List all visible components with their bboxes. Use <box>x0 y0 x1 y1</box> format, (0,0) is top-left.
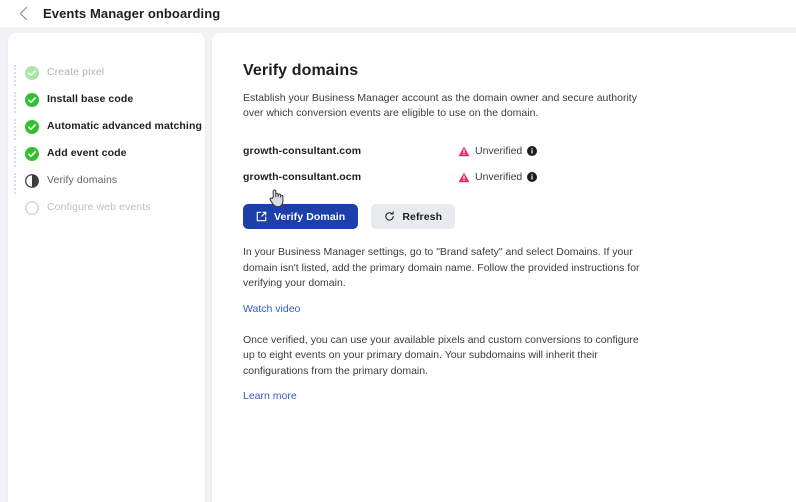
step-connector <box>14 146 16 167</box>
check-circle-icon <box>25 92 39 107</box>
step-connector <box>14 92 16 113</box>
panel-content: Verify domains Establish your Business M… <box>212 33 796 404</box>
app-root: Events Manager onboarding Create pixel I… <box>0 0 796 502</box>
status-text: Unverified <box>475 145 523 157</box>
verify-domain-button[interactable]: Verify Domain <box>243 204 359 229</box>
check-circle-icon <box>25 65 39 80</box>
sidebar-item-label: Install base code <box>47 93 134 105</box>
status-badge: Unverified <box>458 171 538 183</box>
half-circle-icon <box>25 173 39 188</box>
sidebar-item-label: Automatic advanced matching <box>47 120 202 132</box>
chevron-left-icon <box>18 6 29 21</box>
top-header-bar: Events Manager onboarding <box>0 0 796 27</box>
external-link-icon <box>256 211 267 222</box>
steps-list: Create pixel Install base code Automatic… <box>8 33 205 221</box>
refresh-icon <box>384 211 395 222</box>
sidebar-item-install-base-code[interactable]: Install base code <box>25 86 205 113</box>
page-title: Events Manager onboarding <box>43 6 221 21</box>
warning-triangle-icon <box>458 172 470 183</box>
action-buttons: Verify Domain Refresh <box>243 204 796 229</box>
watch-video-link[interactable]: Watch video <box>243 303 300 315</box>
panel-heading: Verify domains <box>243 62 359 79</box>
sidebar-item-verify-domains[interactable]: Verify domains <box>25 167 205 194</box>
domain-row: growth-consultant.com Unverified <box>243 138 796 164</box>
info-circle-icon[interactable] <box>527 146 538 156</box>
domain-name: growth-consultant.com <box>243 145 362 157</box>
empty-circle-icon <box>25 200 39 215</box>
check-circle-icon <box>25 146 39 161</box>
back-button[interactable] <box>13 4 33 24</box>
step-connector <box>14 173 16 194</box>
sidebar-item-label: Add event code <box>47 147 127 159</box>
verify-domains-panel: Verify domains Establish your Business M… <box>212 33 796 502</box>
learn-more-link[interactable]: Learn more <box>243 390 297 402</box>
step-connector <box>14 119 16 140</box>
refresh-button[interactable]: Refresh <box>371 204 456 229</box>
sidebar-item-configure-web-events[interactable]: Configure web events <box>25 194 205 221</box>
sidebar-item-label: Verify domains <box>47 174 118 186</box>
onboarding-steps-card: Create pixel Install base code Automatic… <box>8 33 205 502</box>
panel-description: Establish your Business Manager account … <box>243 92 637 119</box>
sidebar-item-create-pixel[interactable]: Create pixel <box>25 59 205 86</box>
status-text: Unverified <box>475 171 523 183</box>
domain-name: growth-consultant.ocm <box>243 171 362 183</box>
domain-row: growth-consultant.ocm Unverified <box>243 164 796 190</box>
verify-domain-button-label: Verify Domain <box>274 210 346 223</box>
instructions-paragraph: In your Business Manager settings, go to… <box>243 246 640 289</box>
check-circle-icon <box>25 119 39 134</box>
sidebar-item-add-event-code[interactable]: Add event code <box>25 140 205 167</box>
sidebar-item-automatic-advanced-matching[interactable]: Automatic advanced matching <box>25 113 205 140</box>
warning-triangle-icon <box>458 146 470 157</box>
details-paragraph: Once verified, you can use your availabl… <box>243 333 639 377</box>
step-connector <box>14 65 16 86</box>
sidebar-item-label: Create pixel <box>47 66 105 78</box>
domain-list: growth-consultant.com Unverified growth-… <box>243 138 796 190</box>
status-badge: Unverified <box>458 145 538 157</box>
info-circle-icon[interactable] <box>527 172 538 182</box>
sidebar-item-label: Configure web events <box>47 201 151 213</box>
refresh-button-label: Refresh <box>402 210 443 223</box>
